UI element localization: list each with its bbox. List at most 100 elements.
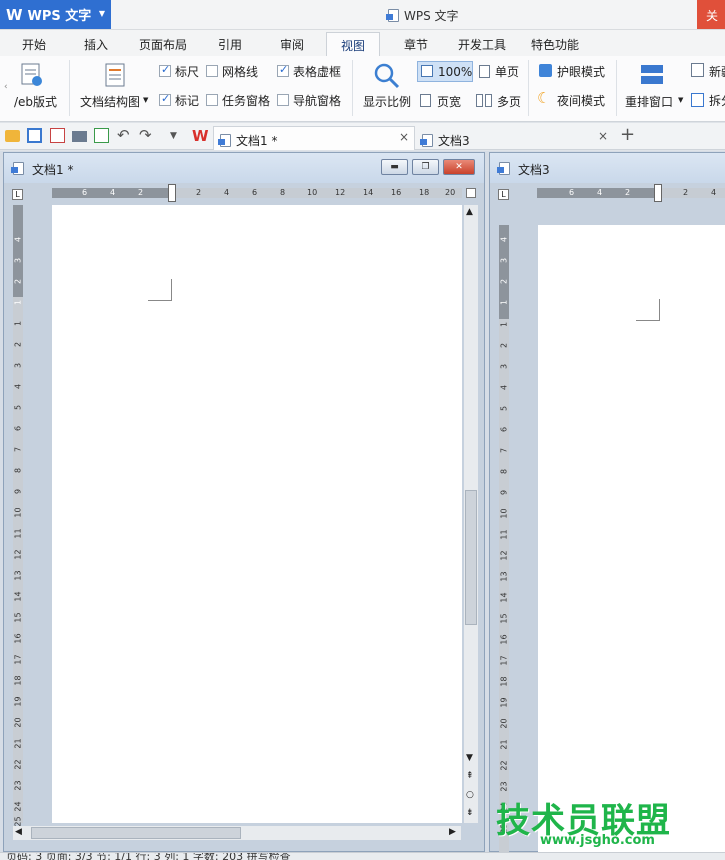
- tab-developer[interactable]: 开发工具: [458, 36, 506, 53]
- ruler-number: 18: [499, 676, 509, 687]
- ruler-number: 4: [597, 188, 603, 197]
- tab-stop-selector[interactable]: L: [12, 189, 23, 200]
- night-mode-button[interactable]: 夜间模式: [557, 92, 605, 109]
- eye-mode-button[interactable]: 护眼模式: [557, 63, 605, 80]
- document-page[interactable]: [538, 225, 725, 853]
- web-layout-icon[interactable]: [20, 62, 44, 88]
- scrollbar-thumb[interactable]: [465, 490, 477, 625]
- close-tab-icon[interactable]: ×: [399, 130, 409, 144]
- web-layout-button[interactable]: /eb版式: [14, 93, 57, 110]
- redo-icon[interactable]: ↷: [139, 126, 152, 144]
- ribbon-scroll-left-icon[interactable]: ‹: [4, 82, 8, 92]
- horizontal-scrollbar[interactable]: ◀ ▶: [13, 826, 461, 840]
- next-page-icon[interactable]: ⇟: [466, 808, 474, 818]
- document-page[interactable]: [52, 205, 462, 823]
- tab-home[interactable]: 开始: [22, 36, 46, 53]
- status-text: 页码: 3 页面: 3/3 节: 1/1 行: 3 列: 1 字数: 203 拼…: [6, 852, 291, 860]
- window-titlebar[interactable]: 文档3: [490, 153, 725, 183]
- tab-features[interactable]: 特色功能: [531, 36, 579, 53]
- export-pdf-icon[interactable]: [50, 128, 65, 143]
- split-window-icon[interactable]: [691, 93, 704, 107]
- watermark-url: www.jsgho.com: [540, 833, 655, 848]
- tab-stop-selector[interactable]: L: [498, 189, 509, 200]
- nav-pane-checkbox[interactable]: [277, 94, 289, 106]
- document-structure-button[interactable]: 文档结构图: [80, 93, 140, 110]
- scroll-right-icon[interactable]: ▶: [449, 827, 456, 837]
- page-width-icon[interactable]: [420, 94, 431, 107]
- ruler-number: 4: [224, 188, 230, 197]
- close-button[interactable]: ✕: [443, 159, 475, 175]
- browse-object-icon[interactable]: ○: [466, 790, 474, 800]
- doc-tab-1[interactable]: 文档1 * ×: [213, 126, 415, 150]
- rearrange-window-icon[interactable]: [640, 63, 666, 87]
- scroll-left-icon[interactable]: ◀: [15, 827, 22, 837]
- indent-marker[interactable]: [654, 184, 662, 202]
- table-dotted-checkbox[interactable]: [277, 63, 289, 77]
- zoom-button[interactable]: 显示比例: [363, 93, 411, 110]
- single-page-icon[interactable]: [479, 65, 490, 78]
- horizontal-ruler[interactable]: 6 4 2 2 4 6 8 10 12 14 16 18 20: [52, 188, 462, 198]
- previous-page-icon[interactable]: ⇞: [466, 771, 474, 781]
- doc-tab-3[interactable]: 文档3 ×: [416, 126, 614, 150]
- open-folder-icon[interactable]: [5, 130, 20, 142]
- split-window-button[interactable]: 拆分: [709, 92, 725, 109]
- multi-page-icon[interactable]: [476, 94, 483, 107]
- chevron-down-icon[interactable]: ▼: [143, 96, 148, 104]
- document-structure-icon[interactable]: [104, 62, 128, 88]
- horizontal-ruler[interactable]: 6 4 2 2 4: [537, 188, 725, 198]
- tab-view[interactable]: 视图: [326, 32, 381, 57]
- tab-references[interactable]: 引用: [218, 36, 242, 53]
- vertical-ruler[interactable]: 4 3 2 1 1 2 3 4 5 6 7 8 9 10 11 12 13 14…: [13, 205, 23, 827]
- ruler-number: 10: [499, 508, 509, 519]
- marks-checkbox[interactable]: [159, 92, 171, 106]
- task-pane-checkbox[interactable]: [206, 94, 218, 106]
- indent-marker[interactable]: [168, 184, 176, 202]
- new-window-icon[interactable]: [691, 63, 704, 77]
- rearrange-window-button[interactable]: 重排窗口: [625, 93, 673, 110]
- tab-insert[interactable]: 插入: [84, 36, 108, 53]
- zoom-magnifier-icon[interactable]: [372, 61, 402, 91]
- doc-tab-label: 文档3: [438, 133, 470, 148]
- vertical-scrollbar[interactable]: ▲ ▼ ⇞ ○ ⇟: [464, 205, 478, 823]
- wps-w-icon[interactable]: W: [192, 127, 209, 145]
- window-titlebar[interactable]: 文档1 * ▬ ❐ ✕: [4, 153, 484, 183]
- undo-icon[interactable]: ↶: [117, 126, 130, 144]
- gridlines-checkbox[interactable]: [206, 65, 218, 77]
- scroll-down-icon[interactable]: ▼: [466, 753, 473, 763]
- ruler-number: 24: [13, 801, 23, 812]
- print-preview-icon[interactable]: [94, 128, 109, 143]
- page-width-button[interactable]: 页宽: [437, 93, 461, 110]
- scroll-up-icon[interactable]: ▲: [466, 207, 473, 217]
- close-tab-icon[interactable]: ×: [598, 129, 608, 143]
- multi-page-button[interactable]: 多页: [497, 93, 521, 110]
- ruler-number: 15: [499, 613, 509, 624]
- save-icon[interactable]: [27, 128, 42, 143]
- ruler-number: 17: [13, 654, 23, 665]
- new-window-button[interactable]: 新疆: [709, 63, 725, 80]
- document-icon: [218, 134, 231, 147]
- minimize-button[interactable]: ▬: [381, 159, 408, 175]
- ruler-toggle-icon[interactable]: [466, 188, 476, 198]
- restore-button[interactable]: ❐: [412, 159, 439, 175]
- tab-review[interactable]: 审阅: [280, 36, 304, 53]
- horizontal-scrollbar-thumb[interactable]: [31, 827, 241, 839]
- vertical-ruler[interactable]: 4 3 2 1 1 2 3 4 5 6 7 8 9 10 11 12 13 14…: [499, 225, 509, 853]
- app-menu-button[interactable]: W WPS 文字 ▼: [0, 0, 111, 29]
- eye-protection-icon[interactable]: [539, 64, 552, 77]
- chevron-down-icon[interactable]: ▼: [678, 96, 683, 104]
- zoom-100-button[interactable]: 100%: [417, 61, 473, 82]
- customize-dropdown-icon[interactable]: ▼: [170, 131, 177, 141]
- ruler-number: 19: [499, 697, 509, 708]
- tab-sections[interactable]: 章节: [404, 36, 428, 53]
- tab-page-layout[interactable]: 页面布局: [139, 36, 187, 53]
- new-tab-button[interactable]: +: [620, 124, 635, 145]
- print-icon[interactable]: [72, 131, 87, 142]
- ruler-number: 3: [499, 363, 509, 370]
- moon-icon[interactable]: ☾: [537, 89, 550, 107]
- ruler-number: 6: [252, 188, 258, 197]
- ribbon-separator: [69, 60, 70, 116]
- ruler-number: 2: [683, 188, 689, 197]
- ruler-checkbox[interactable]: [159, 63, 171, 77]
- single-page-button[interactable]: 单页: [495, 63, 519, 80]
- close-window-button[interactable]: 关: [697, 0, 725, 29]
